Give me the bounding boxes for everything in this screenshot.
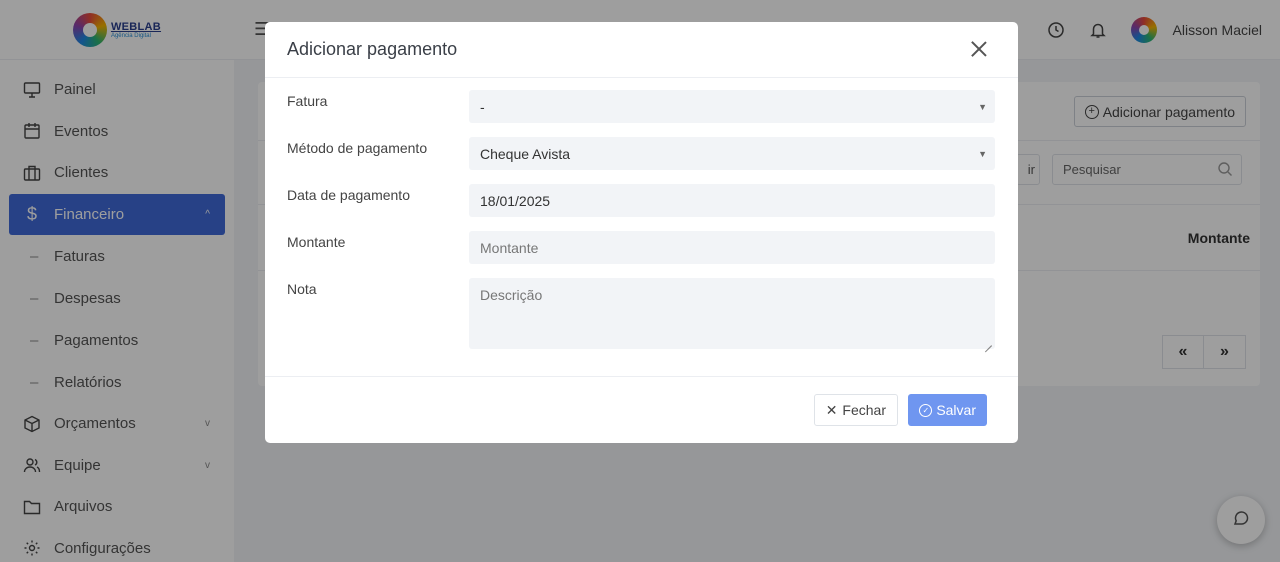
fatura-select-value: - bbox=[480, 98, 485, 115]
modal-header: Adicionar pagamento bbox=[265, 22, 1018, 78]
amount-input[interactable]: Montante bbox=[469, 231, 995, 264]
metodo-select[interactable]: Cheque Avista ▼ bbox=[469, 137, 995, 170]
save-button-label: Salvar bbox=[936, 402, 976, 418]
modal-title: Adicionar pagamento bbox=[287, 39, 458, 59]
close-x-icon: ✕ bbox=[825, 401, 838, 418]
caret-down-icon: ▼ bbox=[978, 149, 987, 159]
data-label: Data de pagamento bbox=[287, 187, 410, 203]
metodo-select-value: Cheque Avista bbox=[480, 145, 571, 162]
amount-input-placeholder: Montante bbox=[480, 239, 539, 256]
check-circle-icon: ✓ bbox=[919, 403, 933, 417]
date-input[interactable]: 18/01/2025 bbox=[469, 184, 995, 217]
metodo-label: Método de pagamento bbox=[287, 140, 428, 156]
resize-handle-icon[interactable] bbox=[984, 338, 992, 346]
save-button[interactable]: ✓ Salvar bbox=[908, 394, 987, 426]
close-button-label: Fechar bbox=[842, 402, 886, 418]
fatura-label: Fatura bbox=[287, 93, 328, 109]
modal-footer: ✕ Fechar ✓ Salvar bbox=[265, 376, 1018, 443]
caret-down-icon: ▼ bbox=[978, 102, 987, 112]
note-textarea-placeholder: Descrição bbox=[480, 287, 543, 303]
montante-label: Montante bbox=[287, 234, 346, 250]
add-payment-modal: Adicionar pagamento Fatura - ▼ Método de… bbox=[265, 22, 1018, 443]
fatura-select[interactable]: - ▼ bbox=[469, 90, 995, 123]
note-textarea[interactable]: Descrição bbox=[469, 278, 995, 349]
close-icon[interactable] bbox=[970, 40, 988, 58]
nota-label: Nota bbox=[287, 281, 317, 297]
close-button[interactable]: ✕ Fechar bbox=[813, 394, 898, 426]
date-input-value: 18/01/2025 bbox=[480, 192, 551, 209]
